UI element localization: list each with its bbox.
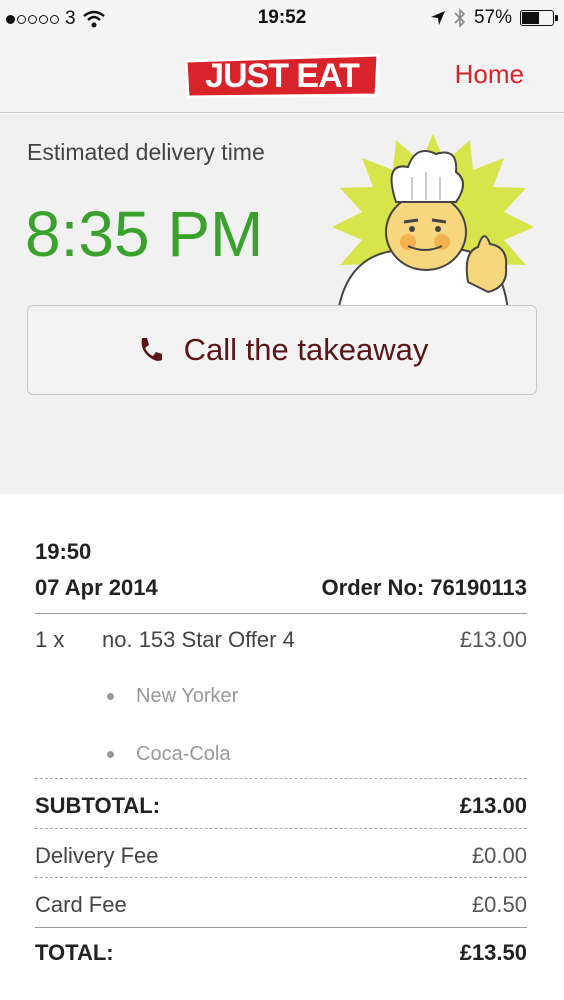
item-option-label: Coca-Cola — [136, 743, 231, 765]
home-link[interactable]: Home — [455, 59, 524, 90]
delivery-fee-value: £0.00 — [471, 843, 527, 868]
just-eat-logo[interactable]: JUST EAT — [182, 51, 382, 99]
subtotal-value: £13.00 — [459, 793, 527, 818]
total-value: £13.50 — [459, 940, 527, 965]
item-option-label: New Yorker — [136, 685, 239, 707]
divider — [35, 828, 527, 829]
chef-illustration — [332, 134, 534, 312]
battery-level — [522, 12, 540, 24]
item-option: Coca-Cola — [107, 743, 230, 766]
torn-paper-edge — [0, 470, 564, 492]
total-label: TOTAL: — [35, 940, 114, 965]
battery-percent: 57% — [473, 7, 512, 28]
status-bar: 3 19:52 57% — [0, 0, 564, 38]
subtotal-label: SUBTOTAL: — [35, 793, 161, 818]
order-number: Order No: 76190113 — [321, 575, 527, 600]
phone-icon — [141, 338, 162, 361]
eta-label: Estimated delivery time — [27, 139, 265, 165]
item-option: New Yorker — [107, 685, 238, 708]
divider — [35, 778, 527, 779]
item-quantity: 1 x — [35, 627, 65, 652]
delivery-fee-label: Delivery Fee — [35, 843, 159, 868]
location-arrow-icon — [430, 11, 445, 25]
call-takeaway-button[interactable]: Call the takeaway — [27, 305, 537, 395]
eta-time: 8:35 PM — [25, 198, 264, 270]
status-right: 57% — [430, 7, 558, 29]
order-date: 07 Apr 2014 — [35, 575, 158, 600]
bullet-icon — [107, 693, 114, 700]
divider — [35, 877, 527, 878]
order-time: 19:50 — [35, 539, 92, 564]
item-price: £13.00 — [459, 627, 527, 652]
divider — [35, 613, 527, 614]
call-takeaway-label: Call the takeaway — [183, 332, 429, 367]
item-name: no. 153 Star Offer 4 — [102, 627, 295, 652]
bullet-icon — [107, 751, 114, 758]
card-fee-value: £0.50 — [471, 892, 527, 917]
card-fee-label: Card Fee — [35, 892, 127, 917]
bluetooth-icon — [454, 8, 466, 28]
delivery-section: Estimated delivery time 8:35 PM Call the… — [0, 114, 564, 494]
nav-bar: JUST EAT Home — [0, 38, 564, 113]
battery-icon — [520, 10, 558, 26]
logo-text: JUST EAT — [205, 57, 360, 95]
divider — [35, 927, 527, 928]
